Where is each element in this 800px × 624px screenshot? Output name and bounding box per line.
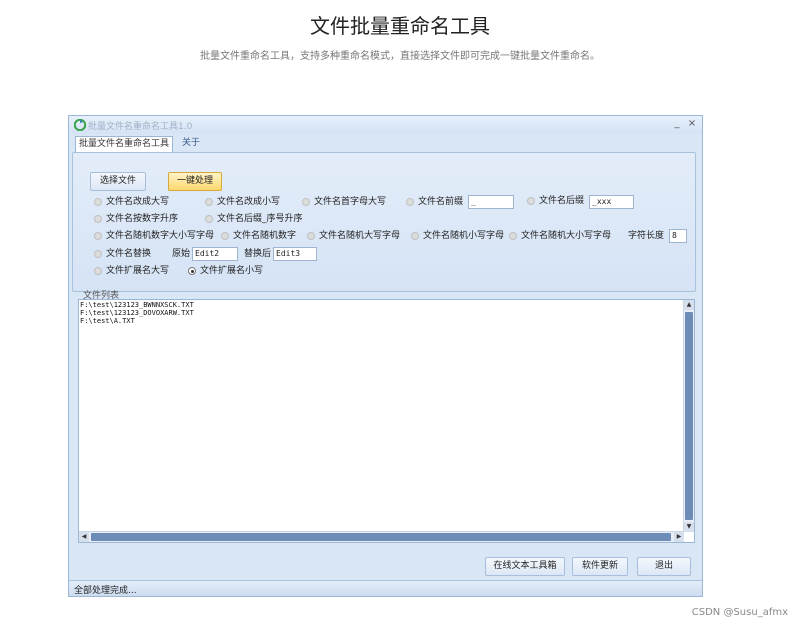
char-length-label: 字符长度 (628, 231, 665, 241)
horizontal-scroll-thumb[interactable] (91, 533, 671, 541)
radio-label: 文件名改成大写 (106, 197, 170, 207)
list-item: F:\test\A.TXT (80, 317, 135, 325)
file-list: F:\test\123123_BWNNXSCK.TXT F:\test\1231… (80, 301, 194, 325)
radio-dot (307, 232, 315, 240)
page-subtitle: 批量文件重命名工具，支持多种重命名模式，直接选择文件即可完成一键批量文件重命名。 (200, 51, 600, 62)
radio-dot (302, 198, 310, 206)
radio-label: 文件名随机小写字母 (423, 231, 505, 241)
radio-dot (527, 197, 535, 205)
tab-about[interactable]: 关于 (179, 136, 203, 152)
scroll-down-icon[interactable]: ▼ (684, 522, 694, 532)
radio-dot (411, 232, 419, 240)
software-update-button[interactable]: 软件更新 (572, 557, 628, 576)
radio-label: 文件名后缀 (539, 196, 585, 206)
select-file-button[interactable]: 选择文件 (90, 172, 146, 191)
radio-dot (94, 232, 102, 240)
radio-dot (94, 215, 102, 223)
window-title: 批量文件名重命名工具1.0 (88, 122, 193, 132)
radio-label: 文件名按数字升序 (106, 214, 179, 224)
radio-label: 文件名改成小写 (217, 197, 281, 207)
one-click-process-button[interactable]: 一键处理 (168, 172, 222, 191)
radio-dot (509, 232, 517, 240)
vertical-scroll-thumb[interactable] (685, 312, 693, 520)
list-item: F:\test\123123_BWNNXSCK.TXT (80, 301, 194, 309)
radio-dot (94, 250, 102, 258)
radio-label: 文件名后缀_序号升序 (217, 214, 303, 224)
radio-label: 文件名随机大写字母 (319, 231, 401, 241)
prefix-input[interactable]: _ (468, 195, 514, 209)
scroll-left-icon[interactable]: ◀ (79, 532, 89, 542)
minimize-button[interactable]: _ (670, 117, 684, 131)
options-panel: 选择文件 一键处理 文件名改成大写 文件名改成小写 文件名首字母大写 文件名前缀… (72, 152, 696, 292)
radio-label: 文件名随机数字大小写字母 (106, 231, 215, 241)
scroll-up-icon[interactable]: ▲ (684, 300, 694, 310)
radio-label: 文件名前缀 (418, 197, 464, 207)
recycle-app-icon (74, 119, 86, 131)
replace-with-input[interactable]: Edit3 (273, 247, 317, 261)
radio-dot (94, 198, 102, 206)
radio-dot (205, 198, 213, 206)
radio-label: 文件名替换 (106, 249, 152, 259)
file-list-box[interactable]: F:\test\123123_BWNNXSCK.TXT F:\test\1231… (78, 299, 695, 543)
scroll-right-icon[interactable]: ▶ (674, 532, 684, 542)
char-length-input[interactable]: 8 (669, 229, 687, 243)
replace-with-label: 替换后 (244, 249, 272, 259)
online-toolbox-button[interactable]: 在线文本工具箱 (485, 557, 565, 576)
close-button[interactable]: × (685, 117, 699, 131)
radio-label: 文件名首字母大写 (314, 197, 387, 207)
vertical-scrollbar[interactable]: ▲ ▼ (683, 300, 694, 532)
page-title: 文件批量重命名工具 (310, 14, 490, 38)
radio-label: 文件名随机大小写字母 (521, 231, 612, 241)
exit-button[interactable]: 退出 (637, 557, 691, 576)
radio-label: 文件扩展名小写 (200, 266, 264, 276)
status-bar: 全部处理完成... (69, 580, 702, 596)
original-input[interactable]: Edit2 (192, 247, 238, 261)
radio-dot (94, 267, 102, 275)
tab-rename-tool[interactable]: 批量文件名重命名工具 (75, 136, 174, 152)
horizontal-scrollbar[interactable]: ◀ ▶ (79, 531, 684, 542)
radio-label: 文件名随机数字 (233, 231, 297, 241)
suffix-input[interactable]: _xxx (589, 195, 634, 209)
app-window: 批量文件名重命名工具1.0 _ × 批量文件名重命名工具 关于 选择文件 一键处… (68, 115, 703, 597)
list-item: F:\test\123123_DOVOXARW.TXT (80, 309, 194, 317)
window-titlebar[interactable]: 批量文件名重命名工具1.0 _ × (69, 116, 702, 134)
original-label: 原始 (172, 249, 191, 259)
radio-dot (205, 215, 213, 223)
radio-dot (221, 232, 229, 240)
watermark: CSDN @Susu_afmx (691, 607, 788, 618)
radio-dot-checked (188, 267, 196, 275)
radio-label: 文件扩展名大写 (106, 266, 170, 276)
status-text: 全部处理完成... (74, 586, 137, 596)
radio-dot (406, 198, 414, 206)
